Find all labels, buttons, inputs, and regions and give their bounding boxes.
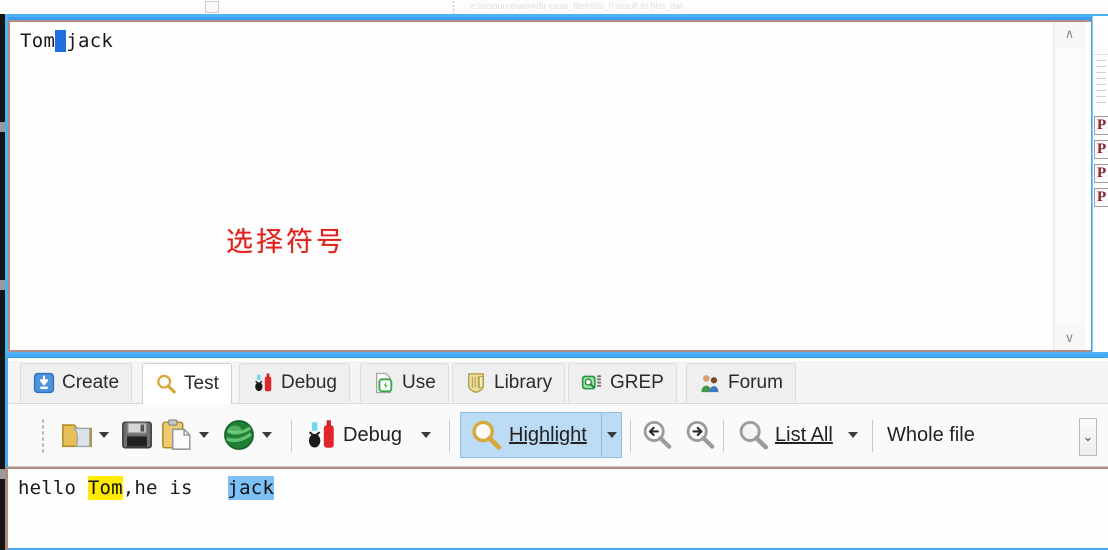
toolbar-divider	[723, 420, 724, 452]
side-panel-item[interactable]: P	[1094, 140, 1108, 159]
bug-bottle-icon	[308, 420, 334, 448]
scroll-down-icon[interactable]: ∨	[1054, 326, 1085, 350]
magnifier-gold-icon	[472, 420, 502, 450]
tab-grep-label: GREP	[610, 372, 664, 393]
editor-text-before: Tom	[20, 30, 56, 52]
search-back-icon	[643, 420, 672, 449]
tab-strip: Create Test Debug Use Library GREP Forum	[8, 361, 1108, 404]
side-panel-dots	[1096, 60, 1106, 106]
editor-selection-caret	[55, 30, 67, 52]
editor-vertical-scrollbar[interactable]: ∧ ∨	[1053, 22, 1085, 350]
globe-green-icon	[224, 420, 254, 450]
search-scope-label: Whole file	[887, 423, 975, 446]
debug-button[interactable]: Debug	[304, 413, 402, 457]
download-blue-icon	[33, 372, 55, 394]
tab-library[interactable]: Library	[452, 363, 566, 402]
highlight-dropdown[interactable]	[601, 413, 621, 457]
right-side-panel: P P P P	[1092, 16, 1108, 352]
highlight-button-group[interactable]: Highlight	[460, 412, 622, 458]
tab-debug-label: Debug	[281, 372, 337, 393]
top-ghost-strip: e:\resource\workdir case_filefolds_0 res…	[0, 0, 1108, 14]
list-all-button[interactable]: List All	[736, 413, 833, 457]
list-all-dropdown[interactable]	[846, 413, 858, 457]
debug-button-label: Debug	[343, 423, 402, 446]
editor-canvas[interactable]: Tom jack 选择符号	[10, 22, 1052, 350]
toolbar-overflow-button[interactable]: ⌄	[1079, 418, 1097, 456]
scrollbar-track[interactable]	[1056, 48, 1083, 324]
search-forward-icon	[686, 420, 715, 449]
application-window: e:\resource\workdir case_filefolds_0 res…	[0, 0, 1108, 550]
clipboard-paste-icon	[162, 419, 191, 450]
side-panel-item[interactable]: P	[1094, 116, 1108, 135]
magnifier-plain-icon	[739, 420, 769, 450]
tab-forum[interactable]: Forum	[686, 363, 796, 402]
action-toolbar: Debug Highlight List All Whole file ⌄	[8, 404, 1108, 467]
find-next-button[interactable]	[683, 413, 717, 457]
magnifier-icon	[157, 374, 176, 394]
result-middle: ,he is	[122, 477, 205, 499]
people-icon	[701, 375, 719, 393]
paste-dropdown[interactable]	[197, 413, 209, 457]
tab-debug[interactable]: Debug	[239, 363, 350, 402]
web-dropdown[interactable]	[260, 413, 272, 457]
side-panel-item[interactable]: P	[1094, 164, 1108, 183]
result-match-primary: Tom	[87, 476, 123, 500]
toolbar-drag-handle[interactable]	[41, 418, 45, 454]
debug-dropdown[interactable]	[419, 413, 431, 457]
toolbar-divider	[872, 420, 873, 452]
save-disk-icon	[122, 421, 152, 449]
highlight-button-label: Highlight	[509, 423, 587, 446]
list-all-label: List All	[775, 423, 833, 446]
search-scope-selector[interactable]: Whole file	[887, 413, 975, 457]
tab-create-label: Create	[62, 372, 120, 393]
chevron-down-icon	[262, 432, 272, 438]
annotation-text: 选择符号	[226, 227, 346, 258]
toolbar-divider	[291, 420, 292, 452]
bug-bottle-icon	[255, 373, 272, 392]
editor-text-line: Tom jack	[20, 30, 113, 52]
side-panel-item[interactable]: P	[1094, 188, 1108, 207]
toolbar-divider	[630, 420, 631, 452]
find-previous-button[interactable]	[640, 413, 674, 457]
chevron-down-icon	[421, 432, 431, 438]
tab-test-label: Test	[184, 373, 219, 394]
page-bolt-icon	[376, 372, 393, 394]
web-button[interactable]	[222, 413, 256, 457]
toolbar-divider	[449, 420, 450, 452]
chevron-down-icon	[99, 432, 109, 438]
chevron-down-icon: ⌄	[1082, 429, 1094, 444]
scroll-up-icon[interactable]: ∧	[1054, 22, 1085, 46]
chevron-down-icon	[607, 432, 618, 438]
results-pane[interactable]: hello Tom,he is jack	[8, 467, 1108, 548]
ghost-icon-box	[205, 1, 219, 13]
tab-test[interactable]: Test	[142, 363, 232, 404]
result-gap	[204, 477, 227, 499]
side-panel-header	[1093, 16, 1108, 55]
chevron-down-icon	[199, 432, 209, 438]
result-prefix: hello	[18, 477, 88, 499]
paste-button[interactable]	[160, 413, 194, 457]
folder-open-icon	[62, 424, 92, 448]
tab-use[interactable]: Use	[360, 363, 449, 402]
ghost-path-text: e:\resource\workdir case_filefolds_0 res…	[470, 1, 683, 11]
grep-green-icon	[581, 375, 602, 390]
tab-forum-label: Forum	[728, 372, 783, 393]
highlight-button[interactable]: Highlight	[461, 413, 595, 457]
ghost-handle-dots	[452, 0, 455, 14]
tab-library-label: Library	[494, 372, 553, 393]
result-match-secondary: jack	[227, 476, 275, 500]
result-line: hello Tom,he is jack	[18, 476, 275, 500]
tab-create[interactable]: Create	[20, 363, 133, 402]
tab-use-label: Use	[402, 372, 436, 393]
save-button[interactable]	[120, 413, 154, 457]
shield-book-icon	[468, 373, 484, 393]
open-dropdown[interactable]	[97, 413, 109, 457]
chevron-down-icon	[848, 432, 858, 438]
editor-text-after: jack	[66, 30, 114, 52]
open-button[interactable]	[60, 413, 94, 457]
tab-grep[interactable]: GREP	[568, 363, 677, 402]
